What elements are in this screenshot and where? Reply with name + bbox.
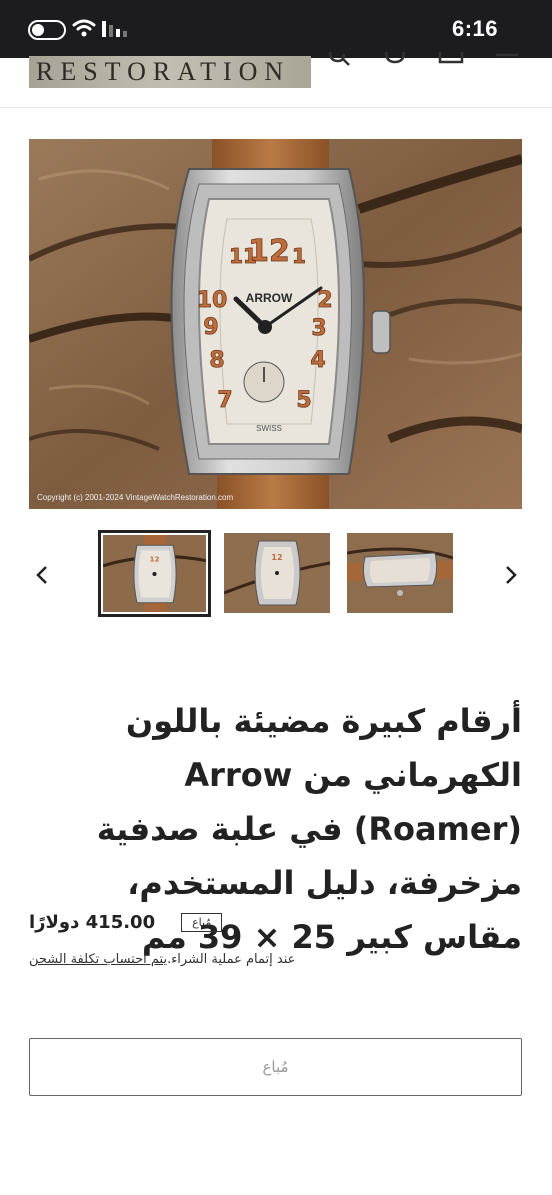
sold-out-button[interactable]: مُباع <box>29 1038 522 1096</box>
menu-icon[interactable] <box>494 52 520 68</box>
svg-text:12: 12 <box>149 555 159 564</box>
svg-text:7: 7 <box>217 388 232 413</box>
status-time: 6:16 <box>451 16 498 41</box>
svg-text:11: 11 <box>229 244 257 268</box>
product-main-image[interactable]: 12 10 2 9 3 8 4 7 5 11 1 ARROW SWISS Cop… <box>29 139 522 509</box>
shipping-prefix: عند إتمام عملية الشراء. <box>167 952 296 967</box>
price-row: 415.00 دولارًا مُباع <box>29 907 223 937</box>
svg-text:10: 10 <box>197 288 228 313</box>
image-copyright: Copyright (c) 2001-2024 VintageWatchRest… <box>37 493 234 502</box>
sold-badge: مُباع <box>181 912 223 932</box>
svg-text:8: 8 <box>209 348 224 373</box>
svg-text:1: 1 <box>292 244 306 268</box>
shipping-note: عند إتمام عملية الشراء.يتم احتساب تكلفة … <box>29 952 295 967</box>
toggle-icon <box>28 20 66 40</box>
svg-text:9: 9 <box>203 315 218 340</box>
svg-text:4: 4 <box>310 348 325 373</box>
wifi-icon <box>72 19 96 37</box>
svg-text:2: 2 <box>317 288 332 313</box>
thumbnail-3[interactable] <box>347 533 453 613</box>
search-icon[interactable] <box>326 52 352 68</box>
svg-text:5: 5 <box>296 388 311 413</box>
account-icon[interactable] <box>383 52 409 68</box>
cart-icon[interactable] <box>437 52 465 68</box>
chevron-right-icon[interactable] <box>497 560 525 590</box>
thumbnail-2[interactable]: 12 <box>224 533 330 613</box>
chevron-left-icon[interactable] <box>28 560 56 590</box>
site-header: RESTORATION <box>0 52 552 108</box>
svg-text:12: 12 <box>271 553 282 562</box>
product-price: 415.00 دولارًا <box>29 911 156 933</box>
watch-swiss: SWISS <box>256 424 282 433</box>
watch-brand: ARROW <box>246 291 293 305</box>
site-logo[interactable]: RESTORATION <box>29 56 311 88</box>
signal-icon <box>102 21 127 37</box>
shipping-policy-link[interactable]: يتم احتساب تكلفة الشحن <box>29 952 167 967</box>
thumbnail-1[interactable]: 12 <box>98 530 211 617</box>
svg-text:3: 3 <box>311 316 326 341</box>
status-bar: 6:16 <box>0 0 552 58</box>
